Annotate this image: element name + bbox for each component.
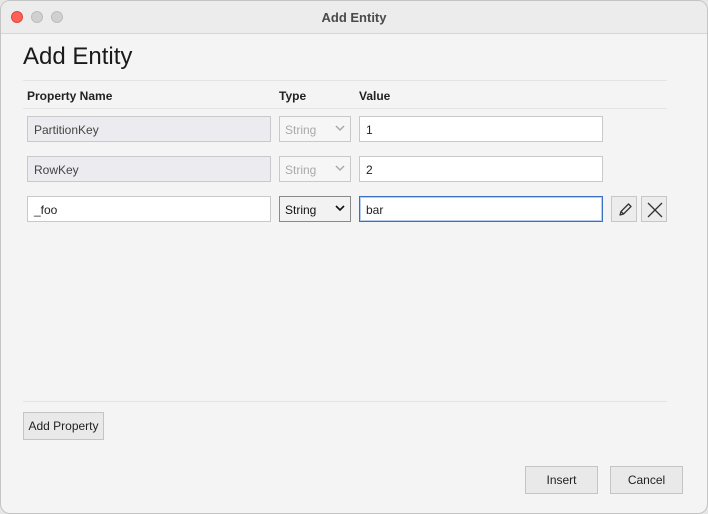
type-select-value: String [285, 203, 317, 217]
property-name-field-foo[interactable]: _foo [27, 196, 271, 222]
column-header-divider [23, 108, 667, 109]
delete-property-button[interactable] [641, 196, 667, 222]
type-select-rowkey[interactable]: String [279, 156, 351, 182]
cancel-button[interactable]: Cancel [610, 466, 683, 494]
chevron-down-icon [335, 165, 345, 172]
value-field-partitionkey[interactable]: 1 [359, 116, 603, 142]
type-select-foo[interactable]: String [279, 196, 351, 222]
title-bar: Add Entity [1, 1, 707, 34]
close-icon [647, 202, 663, 218]
type-select-value: String [285, 163, 317, 177]
pencil-icon [619, 203, 632, 216]
edit-property-button[interactable] [611, 196, 637, 222]
dialog-heading: Add Entity [23, 43, 133, 70]
header-divider [23, 80, 667, 81]
column-header-property-name: Property Name [27, 89, 113, 103]
chevron-down-icon [335, 205, 345, 212]
type-select-partitionkey[interactable]: String [279, 116, 351, 142]
window-title: Add Entity [321, 10, 387, 25]
value-field-rowkey[interactable]: 2 [359, 156, 603, 182]
column-header-type: Type [279, 89, 307, 103]
add-property-button[interactable]: Add Property [23, 412, 104, 440]
column-header-value: Value [359, 89, 391, 103]
property-name-field-partitionkey[interactable]: PartitionKey [27, 116, 271, 142]
property-name-field-rowkey[interactable]: RowKey [27, 156, 271, 182]
type-select-value: String [285, 123, 317, 137]
chevron-down-icon [335, 125, 345, 132]
footer-divider [23, 401, 667, 402]
value-field-foo[interactable]: bar [359, 196, 603, 222]
add-entity-window: Add Entity Add Entity Property Name Type… [0, 0, 708, 514]
insert-button[interactable]: Insert [525, 466, 598, 494]
